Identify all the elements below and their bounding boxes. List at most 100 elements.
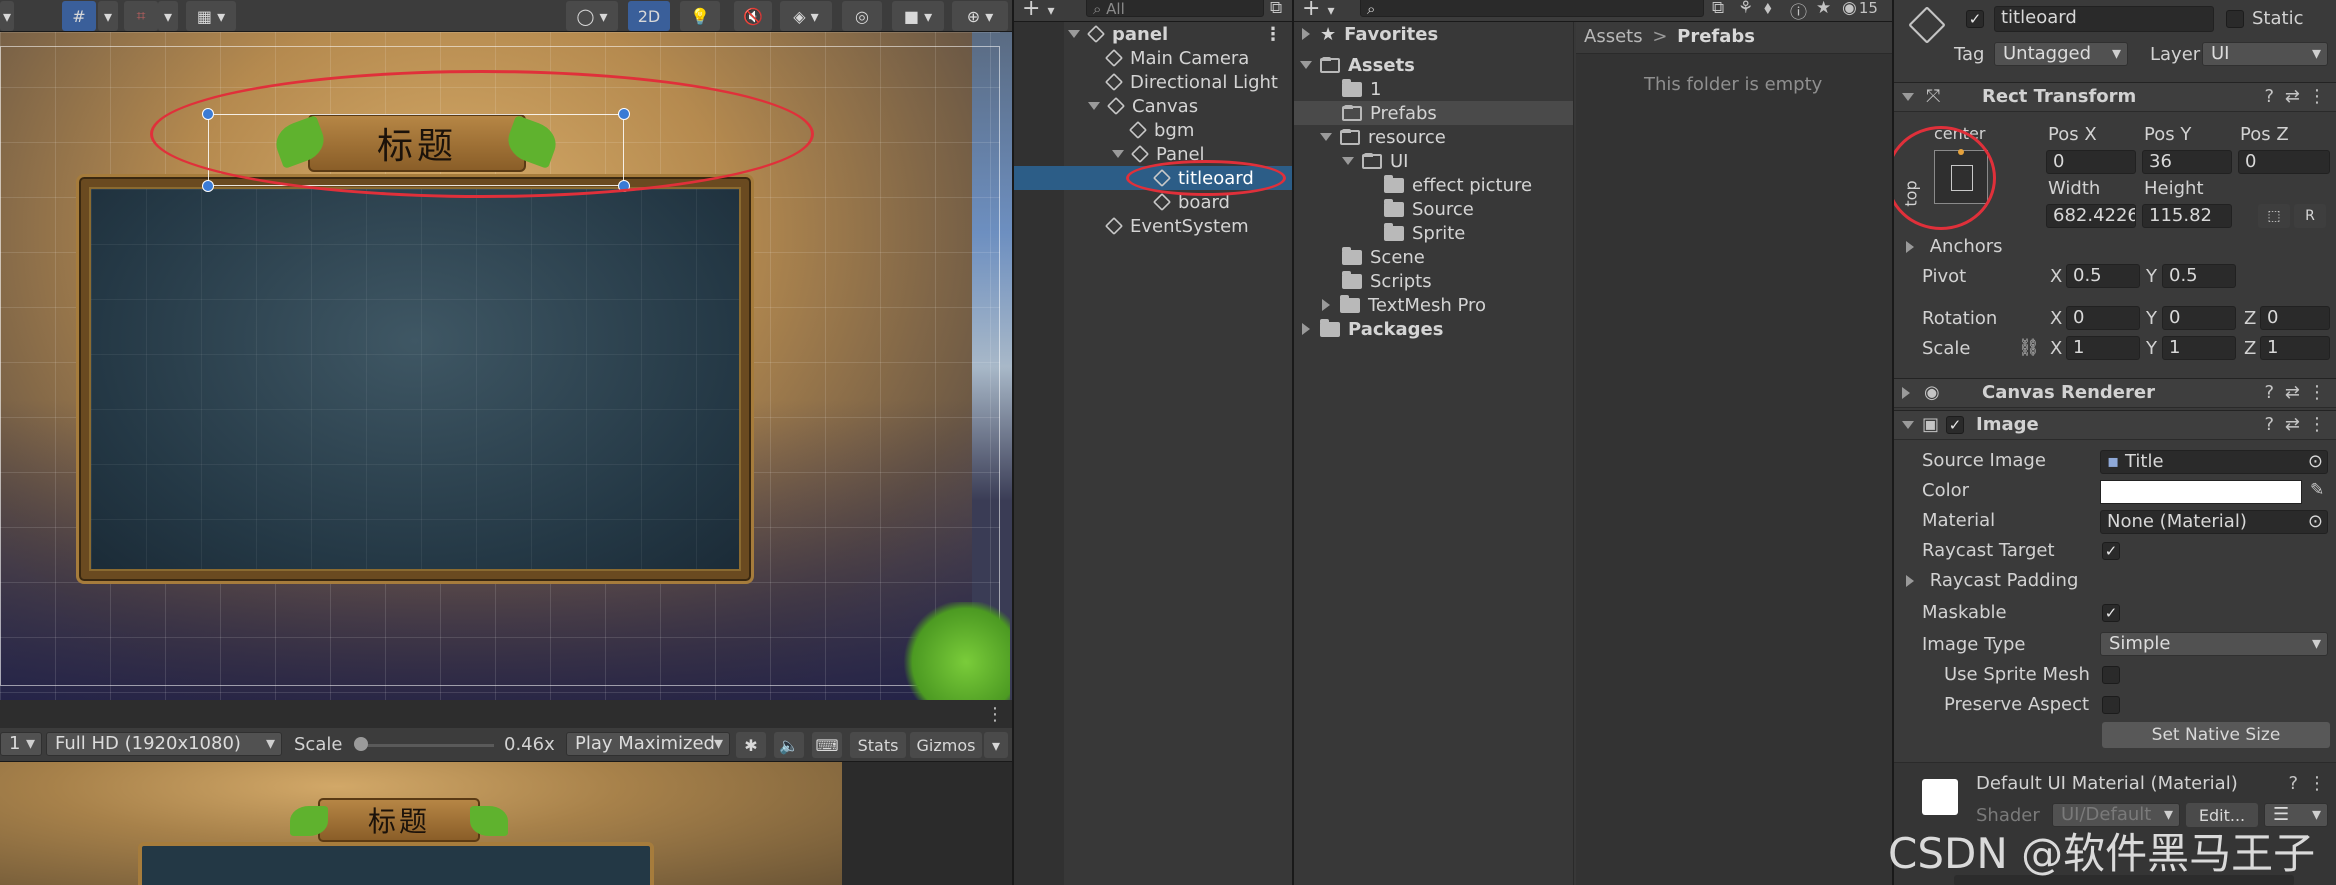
rotation-x-field[interactable]: 0 (2066, 306, 2140, 330)
collapse-arrow-icon[interactable] (1906, 241, 1914, 253)
folder-item-ui[interactable]: UI (1294, 149, 1573, 173)
scale-z-field[interactable]: 1 (2260, 336, 2330, 360)
play-mode-select[interactable]: Play Maximized (566, 732, 730, 756)
gizmos-dropdown[interactable]: ▾ (984, 732, 1008, 758)
material-field[interactable]: None (Material) ⊙ (2100, 510, 2328, 534)
hierarchy-item-board[interactable]: board (1014, 190, 1292, 214)
toggle-2d-button[interactable]: 2D (628, 1, 670, 31)
packages-root-item[interactable]: Packages (1294, 317, 1573, 341)
grid-snap-button[interactable]: # (62, 1, 96, 31)
preset-sliders-icon[interactable]: ⇄ (2285, 414, 2300, 435)
constrain-proportions-link-icon[interactable]: ⛓ (2018, 338, 2040, 358)
component-menu-icon[interactable]: ⋮ (2308, 414, 2326, 435)
grid-visibility-button[interactable]: ▦ ▾ (186, 1, 236, 31)
pivot-x-field[interactable]: 0.5 (2066, 264, 2140, 288)
hidden-packages-eye-icon[interactable]: ◉ 15 (1842, 0, 1878, 18)
active-checkbox[interactable]: ✓ (1966, 10, 1984, 28)
assets-root-item[interactable]: Assets (1294, 53, 1573, 77)
object-name-field[interactable]: titleoard (1994, 6, 2214, 32)
rotation-z-field[interactable]: 0 (2260, 306, 2330, 330)
hierarchy-add-button[interactable]: + ▾ (1022, 0, 1054, 21)
component-menu-icon[interactable]: ⋮ (2308, 382, 2326, 403)
collapse-arrow-icon[interactable] (1906, 575, 1914, 587)
expand-arrow-icon[interactable] (1088, 102, 1100, 110)
search-by-type-icon[interactable]: ⧉ (1712, 0, 1724, 18)
project-add-button[interactable]: + ▾ (1302, 0, 1334, 21)
help-icon[interactable]: ? (2264, 382, 2274, 403)
component-menu-icon[interactable]: ⋮ (2308, 773, 2326, 794)
static-checkbox[interactable] (2226, 10, 2244, 28)
pivot-y-field[interactable]: 0.5 (2162, 264, 2236, 288)
layer-select[interactable]: UI (2202, 42, 2328, 66)
help-icon[interactable]: ? (2264, 414, 2274, 435)
object-picker-icon[interactable]: ⊙ (2308, 451, 2323, 473)
resize-handle-bottom-left[interactable] (202, 180, 214, 192)
expand-arrow-icon[interactable] (1112, 150, 1124, 158)
blueprint-mode-button[interactable]: ⬚ (2258, 204, 2290, 228)
image-component-header[interactable]: ▣ ✓ Image ? ⇄ ⋮ (1894, 410, 2336, 440)
folder-item-scripts[interactable]: Scripts (1294, 269, 1573, 293)
component-menu-icon[interactable]: ⋮ (2308, 86, 2326, 107)
hierarchy-item-bgm[interactable]: bgm (1014, 118, 1292, 142)
board-image[interactable] (76, 174, 754, 584)
folder-item-sprite[interactable]: Sprite (1294, 221, 1573, 245)
expand-arrow-icon[interactable] (1068, 30, 1080, 38)
expand-arrow-icon[interactable] (1902, 421, 1914, 429)
label-tag-icon[interactable]: ⬧ (1764, 0, 1772, 18)
rect-transform-header[interactable]: ⤧ Rect Transform ? ⇄ ⋮ (1894, 82, 2336, 112)
rotation-y-field[interactable]: 0 (2162, 306, 2236, 330)
image-type-select[interactable]: Simple (2100, 632, 2328, 656)
scale-slider-track[interactable] (358, 744, 494, 747)
collapse-arrow-icon[interactable] (1302, 323, 1310, 335)
pos-z-field[interactable]: 0 (2238, 150, 2330, 174)
folder-item-source[interactable]: Source (1294, 197, 1573, 221)
increment-snap-dropdown[interactable]: ▾ (158, 1, 178, 31)
set-native-size-button[interactable]: Set Native Size (2102, 722, 2330, 748)
preserve-aspect-checkbox[interactable] (2102, 696, 2120, 714)
hierarchy-item-eventsystem[interactable]: EventSystem (1014, 214, 1292, 238)
source-image-field[interactable]: ▪ Title ⊙ (2100, 450, 2328, 474)
gizmos-button[interactable]: Gizmos (910, 732, 982, 758)
folder-item-1[interactable]: 1 (1294, 77, 1573, 101)
favorites-item[interactable]: ★ Favorites (1294, 22, 1573, 46)
scale-x-field[interactable]: 1 (2066, 336, 2140, 360)
folder-item-prefabs[interactable]: Prefabs (1294, 101, 1573, 125)
scene-menu-icon[interactable]: ⋮ (1264, 24, 1282, 45)
preset-sliders-icon[interactable]: ⇄ (2285, 382, 2300, 403)
height-field[interactable]: 115.82 (2142, 204, 2232, 228)
hierarchy-item-canvas[interactable]: Canvas (1014, 94, 1292, 118)
scene-canvas[interactable]: 标题 (0, 32, 1012, 700)
collapse-arrow-icon[interactable] (1302, 28, 1310, 40)
tag-select[interactable]: Untagged (1994, 42, 2128, 66)
hierarchy-search-input[interactable]: ⌕ All (1086, 0, 1264, 17)
folder-item-textmesh-pro[interactable]: TextMesh Pro (1294, 293, 1573, 317)
stats-button[interactable]: Stats (850, 732, 906, 758)
help-icon[interactable]: ? (2288, 773, 2298, 794)
help-icon[interactable]: ? (2264, 86, 2274, 107)
increment-snap-button[interactable]: ⌗ (124, 1, 158, 31)
eyedropper-icon[interactable]: ✎ (2310, 480, 2324, 500)
keyboard-shortcuts-button[interactable]: ⌨ (812, 732, 842, 758)
gizmos-scene-button[interactable]: ⊕ ▾ (952, 1, 1008, 31)
pos-x-field[interactable]: 0 (2046, 150, 2136, 174)
hidden-objects-toggle-button[interactable]: ◎ (842, 1, 882, 31)
scene-toolbar-menu-button[interactable]: ▾ (0, 1, 14, 31)
raw-edit-button[interactable]: R (2294, 204, 2326, 228)
anchors-foldout[interactable]: Anchors (1904, 236, 2003, 257)
project-search-input[interactable]: ⌕ (1360, 0, 1704, 17)
mute-audio-button[interactable]: 🔈 (774, 732, 804, 758)
folder-item-resource[interactable]: resource (1294, 125, 1573, 149)
scale-y-field[interactable]: 1 (2162, 336, 2236, 360)
expand-arrow-icon[interactable] (1342, 157, 1354, 165)
display-select[interactable]: 1 (0, 732, 42, 756)
image-enabled-checkbox[interactable]: ✓ (1946, 416, 1964, 434)
camera-settings-button[interactable]: ■ ▾ (892, 1, 944, 31)
expand-arrow-icon[interactable] (1320, 133, 1332, 141)
hierarchy-item-directional-light[interactable]: Directional Light (1014, 70, 1292, 94)
raycast-target-checkbox[interactable]: ✓ (2102, 542, 2120, 560)
pos-y-field[interactable]: 36 (2142, 150, 2232, 174)
expand-arrow-icon[interactable] (1902, 93, 1914, 101)
collapse-arrow-icon[interactable] (1322, 299, 1330, 311)
width-field[interactable]: 682.4226 (2046, 204, 2136, 228)
scene-visibility-icon[interactable]: ⧉ (1270, 0, 1282, 18)
